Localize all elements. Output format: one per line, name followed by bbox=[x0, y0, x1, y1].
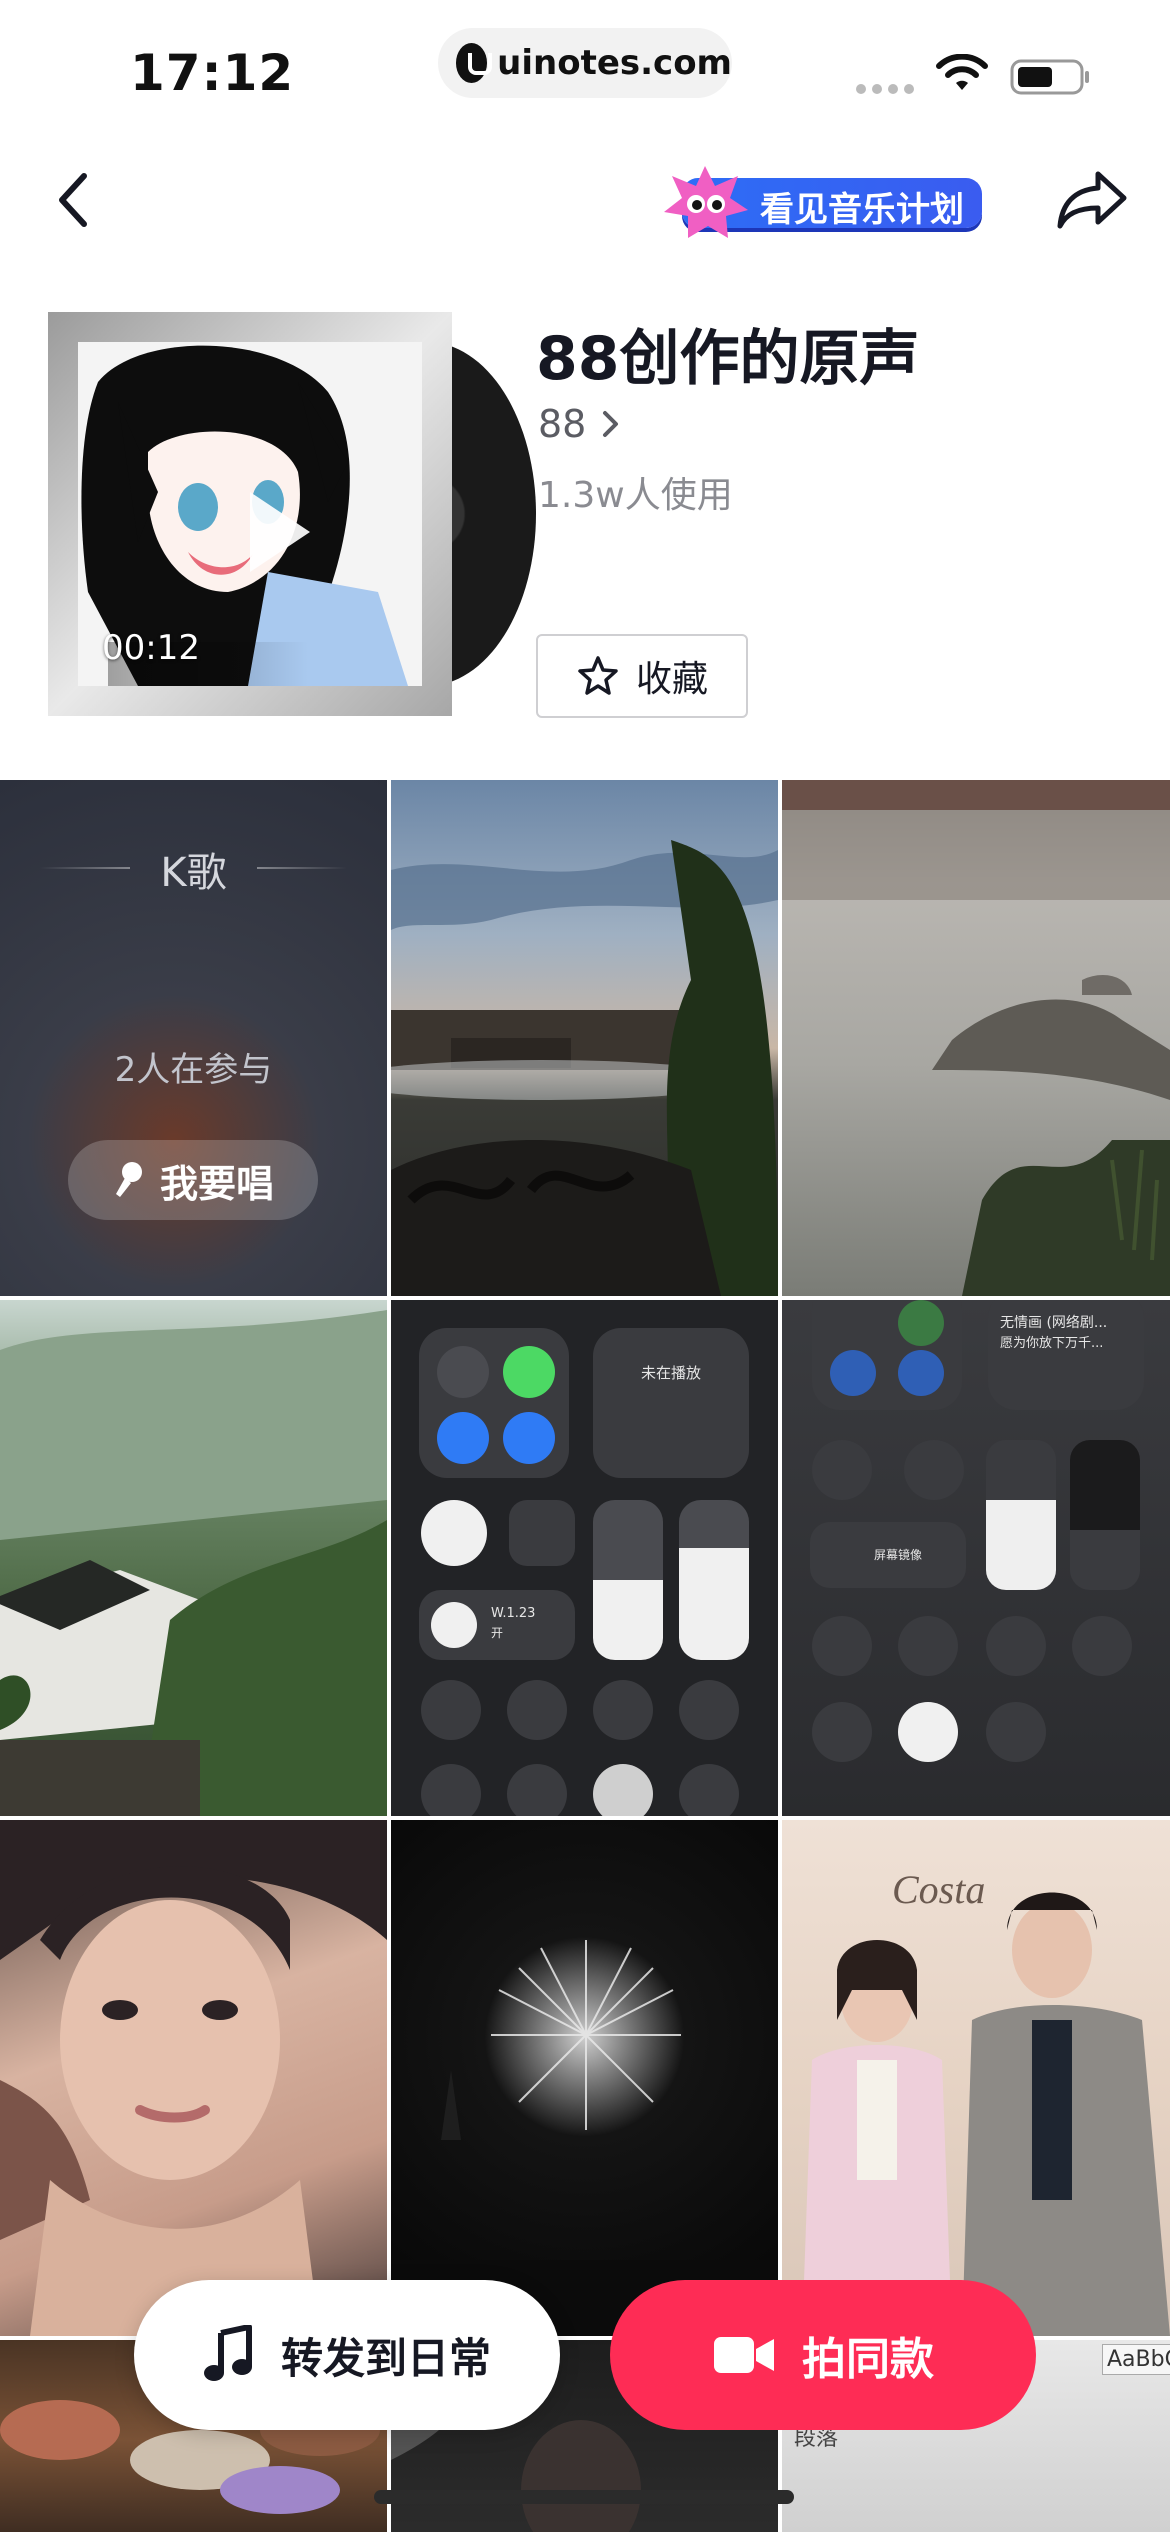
music-cover[interactable]: 00:12 bbox=[48, 312, 536, 716]
bed-icon bbox=[986, 1702, 1046, 1762]
url-pill[interactable]: uinotes.com bbox=[438, 28, 732, 98]
star-icon bbox=[578, 656, 618, 695]
sing-button[interactable]: 我要唱 bbox=[68, 1140, 318, 1220]
dark-mode-icon bbox=[593, 1764, 653, 1816]
moon-icon bbox=[904, 1440, 964, 1500]
home-indicator bbox=[374, 2490, 794, 2504]
dusk-river-scene bbox=[391, 840, 778, 1296]
doc-style-sample: AaBbC bbox=[1102, 2344, 1170, 2375]
record-icon bbox=[679, 1680, 739, 1740]
heart-icon bbox=[431, 1602, 477, 1648]
back-button[interactable] bbox=[46, 164, 102, 236]
ktv-participants: 2人在参与 bbox=[114, 1050, 273, 1090]
control-song-sub: 愿为你放下万千... bbox=[1000, 1336, 1104, 1351]
shoot-same-button[interactable]: 拍同款 bbox=[610, 2280, 1036, 2430]
now-playing-label: 未在播放 bbox=[641, 1364, 702, 1382]
video-thumbnail[interactable]: 无情画 (网络剧... 愿为你放下万千... 屏幕镜像 bbox=[782, 1300, 1170, 1816]
camera-icon bbox=[593, 1680, 653, 1740]
wifi-toggle-icon bbox=[437, 1412, 489, 1464]
chevron-left-icon bbox=[59, 173, 87, 227]
url-text: uinotes.com bbox=[497, 43, 732, 83]
rotation-lock-icon bbox=[421, 1500, 487, 1566]
timer-icon bbox=[507, 1680, 567, 1740]
cellular-signal-icon bbox=[856, 84, 914, 94]
video-thumbnail[interactable] bbox=[0, 1820, 387, 2336]
duration-label: 00:12 bbox=[102, 628, 200, 668]
chevron-right-icon bbox=[603, 411, 619, 437]
cellular-icon bbox=[503, 1346, 555, 1398]
wifi-icon bbox=[936, 54, 988, 90]
video-thumbnail[interactable]: Costa bbox=[782, 1820, 1170, 2336]
music-note-icon bbox=[203, 2325, 252, 2381]
brightness-slider bbox=[593, 1500, 663, 1660]
site-logo-icon bbox=[456, 43, 493, 83]
shoot-label: 拍同款 bbox=[802, 2334, 934, 2385]
share-to-daily-button[interactable]: 转发到日常 bbox=[134, 2280, 560, 2430]
flashlight-icon bbox=[421, 1680, 481, 1740]
control-song-title: 无情画 (网络剧... bbox=[1000, 1315, 1108, 1331]
status-bar: 17:12 uinotes.com bbox=[0, 0, 1170, 130]
video-camera-icon bbox=[714, 2337, 774, 2373]
costa-logo: Costa bbox=[892, 1867, 986, 1912]
microphone-icon bbox=[115, 1162, 142, 1197]
video-grid: K歌 2人在参与 我要唱 未在播放 W.1.23 开 无情画 (网络剧... 愿… bbox=[0, 780, 1170, 2532]
song-title: 88创作的原声 bbox=[536, 324, 920, 394]
qr-scanner-icon bbox=[507, 1764, 567, 1816]
mountain-village-scene bbox=[0, 1310, 387, 1816]
foggy-lake-scene bbox=[782, 780, 1170, 1296]
sing-label: 我要唱 bbox=[159, 1161, 274, 1206]
status-time: 17:12 bbox=[130, 44, 295, 102]
video-thumbnail[interactable] bbox=[391, 780, 778, 1296]
ktv-title: K歌 bbox=[160, 850, 227, 896]
star-mascot-icon bbox=[664, 166, 748, 238]
artist-name: 88 bbox=[538, 402, 587, 446]
banner-text: 看见音乐计划 bbox=[760, 190, 964, 230]
rotation-lock-icon bbox=[812, 1440, 872, 1500]
usage-count: 1.3w人使用 bbox=[538, 475, 733, 516]
airplane-mode-icon bbox=[437, 1346, 489, 1398]
video-thumbnail[interactable] bbox=[391, 1820, 778, 2336]
share-button[interactable] bbox=[1050, 164, 1134, 236]
firework-scene bbox=[391, 1940, 778, 2336]
selfie-portrait bbox=[0, 1820, 387, 2336]
video-thumbnail[interactable] bbox=[782, 780, 1170, 1296]
share-label: 转发到日常 bbox=[280, 2333, 491, 2383]
share-arrow-icon bbox=[1057, 171, 1127, 229]
music-plan-banner[interactable]: 看见音乐计划 bbox=[660, 164, 986, 238]
video-thumbnail[interactable]: 未在播放 W.1.23 开 bbox=[391, 1300, 778, 1816]
hearing-icon bbox=[679, 1764, 739, 1816]
favorite-button[interactable]: 收藏 bbox=[536, 634, 748, 718]
favorite-label: 收藏 bbox=[635, 659, 708, 700]
screen-record-icon bbox=[898, 1702, 958, 1762]
video-thumbnail[interactable] bbox=[0, 1300, 387, 1816]
play-icon[interactable] bbox=[250, 492, 310, 572]
bluetooth-icon bbox=[503, 1412, 555, 1464]
battery-icon bbox=[1010, 59, 1089, 95]
screen-mirror-icon bbox=[509, 1500, 575, 1566]
artist-link[interactable]: 88 bbox=[538, 402, 620, 446]
volume-slider bbox=[679, 1500, 749, 1660]
ktv-tile[interactable]: K歌 2人在参与 我要唱 bbox=[0, 780, 387, 1296]
calculator-icon bbox=[421, 1764, 481, 1816]
